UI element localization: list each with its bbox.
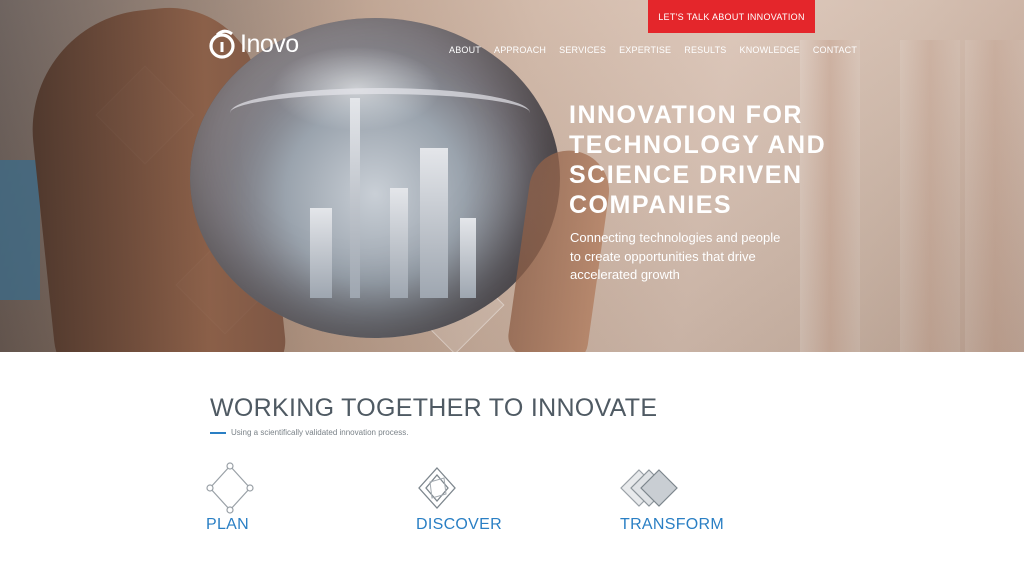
logo[interactable]: Inovo xyxy=(208,28,299,60)
background-window xyxy=(0,160,40,300)
hero-title: INNOVATION FOR TECHNOLOGY AND SCIENCE DR… xyxy=(569,100,869,220)
nav-results[interactable]: RESULTS xyxy=(684,45,726,55)
hero-title-line: INNOVATION FOR xyxy=(569,101,803,129)
hero-subtitle-line: Connecting technologies and people xyxy=(570,230,781,245)
step-plan[interactable]: PLAN xyxy=(206,462,336,534)
section-subtitle-text: Using a scientifically validated innovat… xyxy=(231,428,409,437)
hero-title-line: COMPANIES xyxy=(569,191,733,219)
logo-text: Inovo xyxy=(240,29,299,58)
nested-diamond-icon xyxy=(416,462,476,514)
logo-mark-icon xyxy=(208,28,238,60)
sphere-tower xyxy=(460,218,476,298)
nav-knowledge[interactable]: KNOWLEDGE xyxy=(740,45,800,55)
background-pillar xyxy=(965,40,1024,352)
stacked-diamonds-icon xyxy=(620,462,680,514)
step-transform[interactable]: TRANSFORM xyxy=(620,462,750,534)
hero-title-line: TECHNOLOGY AND xyxy=(569,131,827,159)
step-discover[interactable]: DISCOVER xyxy=(416,462,546,534)
sphere-road xyxy=(230,88,530,138)
hero-subtitle: Connecting technologies and people to cr… xyxy=(570,229,820,285)
sphere-tower xyxy=(310,208,332,298)
nav-approach[interactable]: APPROACH xyxy=(494,45,546,55)
step-label: DISCOVER xyxy=(416,516,502,533)
nav-about[interactable]: ABOUT xyxy=(449,45,481,55)
accent-bar xyxy=(210,431,226,434)
sphere-tower xyxy=(420,148,448,298)
main-nav: ABOUT APPROACH SERVICES EXPERTISE RESULT… xyxy=(449,45,857,55)
sphere-tower xyxy=(350,98,360,298)
step-label: PLAN xyxy=(206,516,249,533)
crystal-ball-image xyxy=(190,18,560,338)
cta-button[interactable]: LET'S TALK ABOUT INNOVATION xyxy=(648,0,815,33)
hero-subtitle-line: to create opportunities that drive xyxy=(570,248,756,264)
hero-subtitle-line: accelerated growth xyxy=(570,267,680,282)
nav-expertise[interactable]: EXPERTISE xyxy=(619,45,671,55)
sphere-tower xyxy=(390,188,408,298)
diamond-nodes-icon xyxy=(206,462,266,514)
section-title: WORKING TOGETHER TO INNOVATE xyxy=(210,394,658,422)
step-label: TRANSFORM xyxy=(620,516,725,533)
nav-contact[interactable]: CONTACT xyxy=(813,45,857,55)
hero-title-line: SCIENCE DRIVEN xyxy=(569,161,803,189)
section-subtitle: Using a scientifically validated innovat… xyxy=(210,428,408,437)
nav-services[interactable]: SERVICES xyxy=(559,45,606,55)
background-pillar xyxy=(900,40,960,352)
